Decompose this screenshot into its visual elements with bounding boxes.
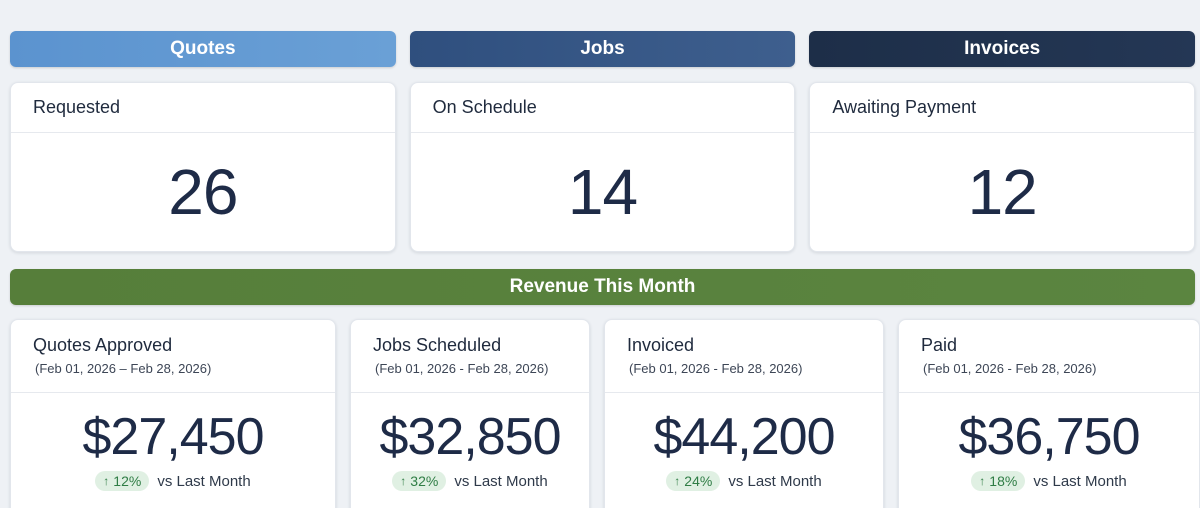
card-title: Jobs Scheduled [373, 335, 502, 355]
card-header: Paid (Feb 01, 2026 - Feb 28, 2026) [899, 320, 1199, 393]
card-value: 12 [967, 156, 1038, 228]
jobs-header[interactable]: Jobs [409, 31, 796, 67]
comparison-label: vs Last Month [728, 472, 822, 490]
date-range: (Feb 01, 2026 - Feb 28, 2026) [923, 361, 1097, 376]
revenue-amount: $44,200 [653, 408, 836, 466]
card-body: $27,450 ↑ 12% vs Last Month [11, 393, 335, 491]
change-badge: ↑ 18% [971, 471, 1026, 491]
card-body: $32,850 ↑ 32% vs Last Month [351, 393, 589, 491]
card-header: Quotes Approved (Feb 01, 2026 – Feb 28, … [11, 320, 335, 393]
revenue-amount: $36,750 [958, 408, 1141, 466]
arrow-up-icon: ↑ [400, 474, 407, 488]
card-header: Jobs Scheduled (Feb 01, 2026 - Feb 28, 2… [351, 320, 589, 393]
on-schedule-card[interactable]: On Schedule 14 [409, 82, 796, 252]
change-row: ↑ 24% vs Last Month [666, 471, 822, 491]
requested-card[interactable]: Requested 26 [10, 82, 396, 252]
card-value: 14 [567, 156, 638, 228]
invoices-header[interactable]: Invoices [809, 31, 1196, 67]
date-range: (Feb 01, 2026 – Feb 28, 2026) [35, 361, 212, 376]
change-badge: ↑ 12% [95, 471, 150, 491]
comparison-label: vs Last Month [1033, 472, 1127, 490]
change-badge: ↑ 32% [392, 471, 447, 491]
card-title: Paid [921, 335, 958, 355]
arrow-up-icon: ↑ [103, 474, 110, 488]
change-value: 24% [684, 473, 713, 489]
change-badge: ↑ 24% [666, 471, 721, 491]
card-title: Awaiting Payment [810, 83, 1195, 133]
change-row: ↑ 32% vs Last Month [392, 471, 548, 491]
quotes-approved-card[interactable]: Quotes Approved (Feb 01, 2026 – Feb 28, … [10, 319, 336, 508]
paid-card[interactable]: Paid (Feb 01, 2026 - Feb 28, 2026) $36,7… [898, 319, 1200, 508]
revenue-amount: $27,450 [82, 408, 265, 466]
arrow-up-icon: ↑ [979, 474, 986, 488]
comparison-label: vs Last Month [157, 472, 251, 490]
change-row: ↑ 12% vs Last Month [95, 471, 251, 491]
card-title: Quotes Approved [33, 335, 173, 355]
arrow-up-icon: ↑ [674, 474, 681, 488]
awaiting-payment-card[interactable]: Awaiting Payment 12 [809, 82, 1196, 252]
card-title: Invoiced [627, 335, 695, 355]
change-value: 12% [113, 473, 142, 489]
section-headers: Quotes Jobs Invoices [10, 31, 1196, 67]
card-body: $36,750 ↑ 18% vs Last Month [899, 393, 1199, 491]
quotes-header[interactable]: Quotes [10, 31, 396, 67]
card-body: $44,200 ↑ 24% vs Last Month [605, 393, 883, 491]
card-title: Requested [11, 83, 395, 133]
revenue-cards: Quotes Approved (Feb 01, 2026 – Feb 28, … [10, 319, 1200, 508]
revenue-header[interactable]: Revenue This Month [10, 269, 1195, 305]
change-value: 18% [989, 473, 1018, 489]
invoiced-card[interactable]: Invoiced (Feb 01, 2026 - Feb 28, 2026) $… [604, 319, 884, 508]
date-range: (Feb 01, 2026 - Feb 28, 2026) [375, 361, 549, 376]
card-title: On Schedule [410, 83, 795, 133]
revenue-amount: $32,850 [379, 408, 562, 466]
change-row: ↑ 18% vs Last Month [971, 471, 1127, 491]
count-cards: Requested 26 On Schedule 14 Awaiting Pay… [10, 82, 1196, 252]
card-header: Invoiced (Feb 01, 2026 - Feb 28, 2026) [605, 320, 883, 393]
jobs-scheduled-card[interactable]: Jobs Scheduled (Feb 01, 2026 - Feb 28, 2… [350, 319, 590, 508]
date-range: (Feb 01, 2026 - Feb 28, 2026) [629, 361, 803, 376]
card-value: 26 [168, 156, 238, 228]
change-value: 32% [410, 473, 439, 489]
comparison-label: vs Last Month [454, 472, 548, 490]
